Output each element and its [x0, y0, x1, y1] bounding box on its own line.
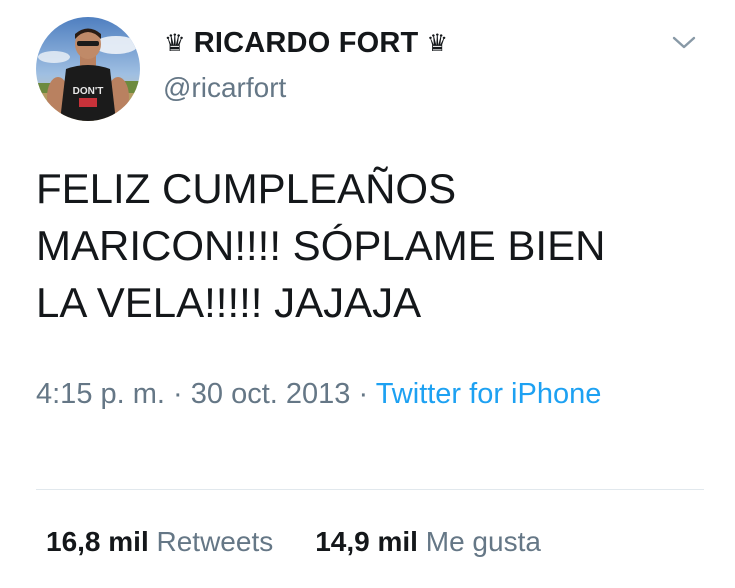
divider [36, 489, 704, 490]
likes-label: Me gusta [425, 526, 541, 557]
retweets-stat[interactable]: 16,8 mil Retweets [46, 526, 273, 558]
user-handle[interactable]: @ricarfort [163, 72, 286, 104]
tweet-time[interactable]: 4:15 p. m. [36, 378, 165, 410]
avatar-photo: DON'T [36, 17, 140, 121]
meta-separator: · [358, 378, 369, 410]
likes-count: 14,9 mil [315, 526, 418, 557]
crown-icon: ♛ [426, 30, 449, 57]
display-name-text: RICARDO FORT [193, 27, 419, 59]
retweets-label: Retweets [156, 526, 274, 557]
meta-separator: · [173, 378, 183, 410]
likes-stat[interactable]: 14,9 mil Me gusta [315, 526, 541, 558]
retweets-count: 16,8 mil [46, 526, 149, 557]
tweet-source-link[interactable]: Twitter for iPhone [376, 378, 602, 410]
tweet-stats: 16,8 mil Retweets 14,9 mil Me gusta [46, 526, 541, 558]
crown-icon: ♛ [164, 30, 186, 57]
tweet-card: DON'T ♛ RICARDO FORT ♛ @ricarfort FELIZ … [0, 0, 735, 588]
avatar[interactable]: DON'T [36, 17, 140, 121]
avatar-shirt-text: DON'T [73, 86, 104, 97]
user-display-name[interactable]: ♛ RICARDO FORT ♛ [164, 27, 448, 60]
chevron-down-icon[interactable] [670, 33, 698, 53]
tweet-text: FELIZ CUMPLEAÑOS MARICON!!!! SÓPLAME BIE… [36, 165, 606, 326]
tweet-metadata: 4:15 p. m. · 30 oct. 2013 · Twitter for … [36, 373, 636, 415]
tweet-date[interactable]: 30 oct. 2013 [191, 378, 351, 410]
